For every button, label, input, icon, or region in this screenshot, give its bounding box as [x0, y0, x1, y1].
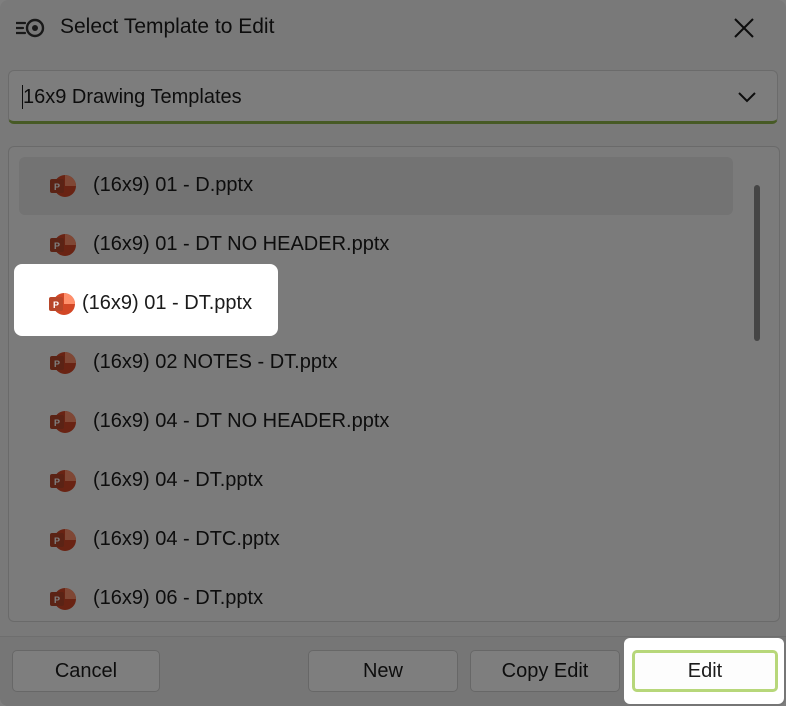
powerpoint-file-icon: P	[49, 410, 77, 434]
list-item-label: (16x9) 04 - DT.pptx	[93, 469, 264, 491]
copy-edit-button[interactable]: Copy Edit	[470, 650, 620, 692]
powerpoint-file-icon: P	[48, 292, 76, 316]
powerpoint-file-icon: P	[49, 528, 77, 552]
list-item-label: (16x9) 01 - D.pptx	[93, 174, 254, 196]
list-item-label: (16x9) 04 - DT NO HEADER.pptx	[93, 410, 390, 432]
list-item[interactable]: P (16x9) 01 - D.pptx	[19, 157, 733, 215]
list-item-label: (16x9) 04 - DTC.pptx	[93, 528, 280, 550]
close-button[interactable]	[720, 6, 768, 50]
edit-button-highlight: Edit	[624, 638, 784, 704]
app-logo-icon	[14, 18, 46, 38]
svg-text:P: P	[54, 182, 60, 192]
svg-text:P: P	[54, 536, 60, 546]
svg-text:P: P	[53, 300, 59, 310]
template-set-dropdown[interactable]: 16x9 Drawing Templates	[8, 70, 778, 124]
list-item-label: (16x9) 01 - DT NO HEADER.pptx	[93, 233, 390, 255]
cancel-button[interactable]: Cancel	[12, 650, 160, 692]
svg-text:P: P	[54, 477, 60, 487]
dialog-title: Select Template to Edit	[60, 15, 275, 38]
powerpoint-file-icon: P	[49, 174, 77, 198]
title-bar: Select Template to Edit	[0, 0, 786, 56]
powerpoint-file-icon: P	[49, 587, 77, 611]
template-file-list[interactable]: P (16x9) 01 - D.pptx P (16x9) 01 - DT NO…	[8, 146, 780, 622]
svg-text:P: P	[54, 595, 60, 605]
svg-text:P: P	[54, 418, 60, 428]
chevron-down-icon[interactable]	[735, 85, 759, 109]
list-item-label: (16x9) 06 - DT.pptx	[93, 587, 264, 609]
list-item[interactable]: P (16x9) 06 - DT.pptx	[19, 570, 733, 621]
list-item[interactable]: P (16x9) 04 - DTC.pptx	[19, 511, 733, 569]
powerpoint-file-icon: P	[49, 469, 77, 493]
list-item[interactable]: P (16x9) 04 - DT.pptx	[19, 452, 733, 510]
edit-button[interactable]: Edit	[632, 650, 778, 692]
powerpoint-file-icon: P	[49, 233, 77, 257]
list-item-label: (16x9) 01 - DT.pptx	[82, 292, 253, 314]
svg-text:P: P	[54, 359, 60, 369]
selected-list-item[interactable]: P (16x9) 01 - DT.pptx	[14, 264, 278, 336]
select-template-dialog: Select Template to Edit 16x9 Drawing Tem…	[0, 0, 786, 706]
close-icon	[734, 18, 754, 38]
vertical-scrollbar[interactable]	[754, 185, 760, 341]
powerpoint-file-icon: P	[49, 351, 77, 375]
template-set-value: 16x9 Drawing Templates	[23, 86, 242, 108]
new-button[interactable]: New	[308, 650, 458, 692]
list-item-label: (16x9) 02 NOTES - DT.pptx	[93, 351, 338, 373]
list-item[interactable]: P (16x9) 04 - DT NO HEADER.pptx	[19, 393, 733, 451]
svg-text:P: P	[54, 241, 60, 251]
list-item[interactable]: P (16x9) 02 NOTES - DT.pptx	[19, 334, 733, 392]
